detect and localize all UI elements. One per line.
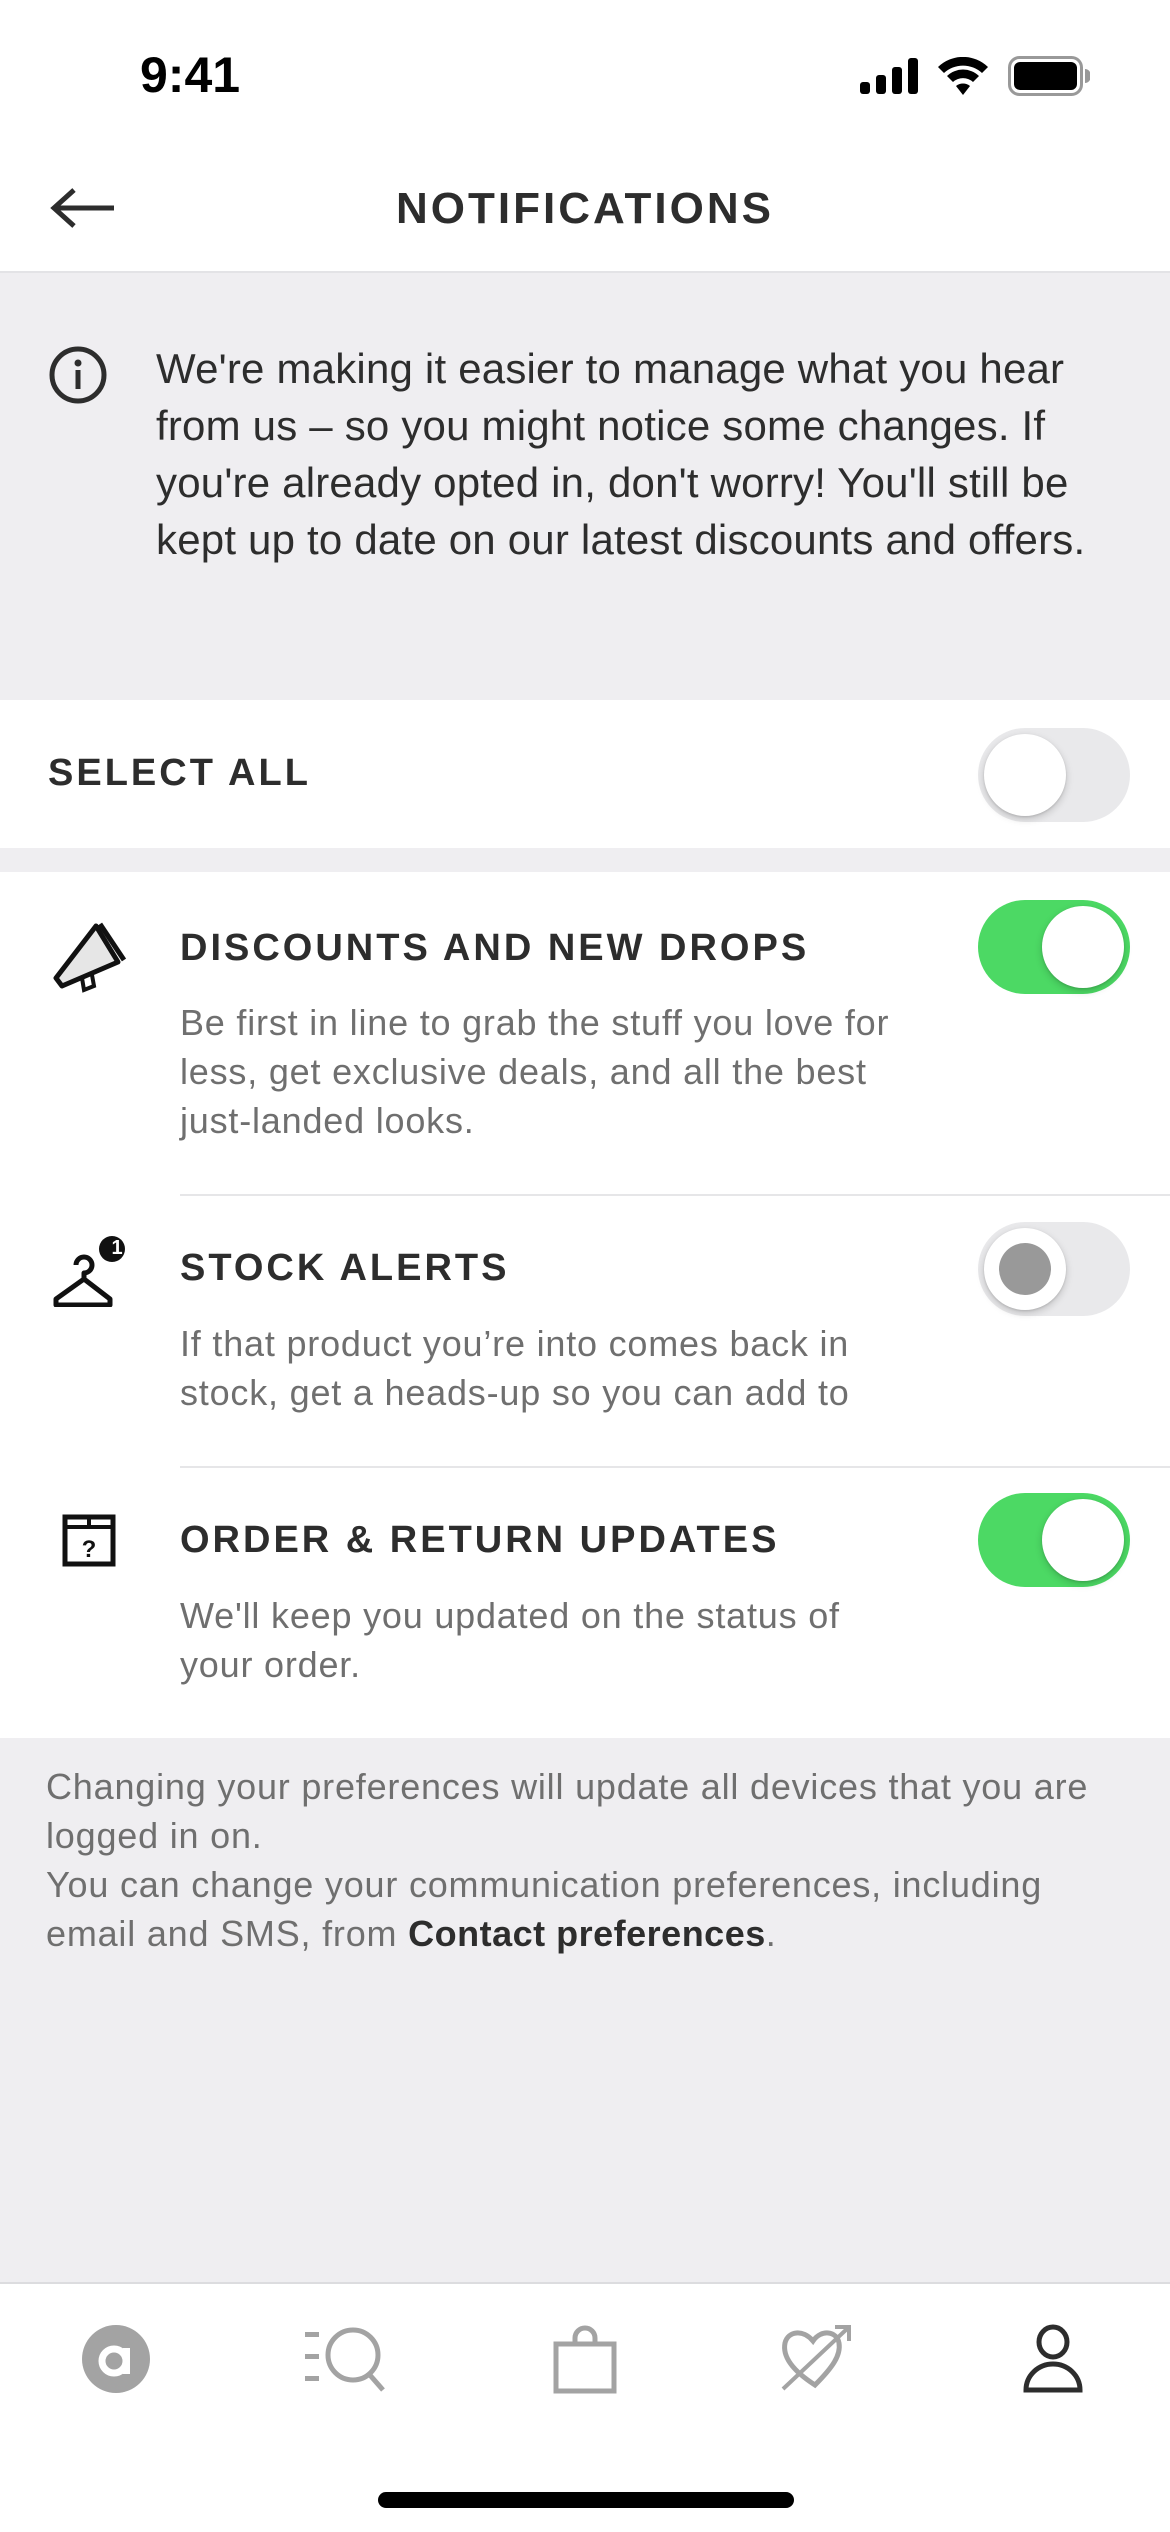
toggle-knob	[1042, 1499, 1124, 1581]
toggle-knob-loading	[984, 1228, 1066, 1310]
preference-description: If that product you’re into comes back i…	[180, 1323, 850, 1413]
footer-contact-note: You can change your communication prefer…	[46, 1860, 1136, 1958]
preference-description: Be first in line to grab the stuff you l…	[180, 1002, 890, 1141]
tab-search[interactable]	[288, 2314, 408, 2404]
preference-title: ORDER & RETURN UPDATES	[180, 1519, 780, 1561]
battery-icon	[1008, 56, 1091, 101]
preference-title: STOCK ALERTS	[180, 1247, 510, 1289]
select-all-label: SELECT ALL	[48, 752, 311, 794]
box-question-icon: ?	[62, 1511, 116, 1572]
user-icon	[1023, 2324, 1083, 2393]
home-indicator	[378, 2492, 794, 2508]
stock-alert-badge: 1	[111, 1237, 123, 1259]
info-banner-text: We're making it easier to manage what yo…	[156, 345, 1086, 563]
preference-title: DISCOUNTS AND NEW DROPS	[180, 927, 810, 969]
shopping-bag-icon	[553, 2325, 617, 2394]
megaphone-icon	[52, 920, 128, 1005]
select-all-toggle[interactable]	[978, 728, 1130, 822]
page-title: NOTIFICATIONS	[396, 184, 774, 233]
footer-contact-suffix: .	[765, 1913, 777, 1954]
nav-header: NOTIFICATIONS	[0, 140, 1170, 273]
search-icon	[305, 2327, 385, 2392]
stock-alerts-toggle[interactable]	[978, 1222, 1130, 1316]
tab-account[interactable]	[993, 2314, 1113, 2404]
toggle-knob	[1042, 906, 1124, 988]
select-all-row: SELECT ALL	[0, 700, 1170, 848]
toggle-knob	[984, 734, 1066, 816]
asos-logo-icon	[82, 2325, 150, 2393]
preference-description: We'll keep you updated on the status of …	[180, 1595, 840, 1685]
preference-row-order-updates: ? ORDER & RETURN UPDATES We'll keep you …	[0, 1467, 1170, 1738]
cellular-signal-icon	[860, 58, 918, 99]
contact-preferences-link[interactable]: Contact preferences	[408, 1913, 766, 1954]
preference-row-stock-alerts: 1 STOCK ALERTS If that product you’re in…	[0, 1195, 1170, 1468]
status-icons	[860, 56, 1091, 101]
discounts-toggle[interactable]	[978, 900, 1130, 994]
tab-bag[interactable]	[525, 2314, 645, 2404]
order-updates-toggle[interactable]	[978, 1493, 1130, 1587]
heart-arrow-icon	[781, 2325, 851, 2391]
notification-preferences-list: DISCOUNTS AND NEW DROPS Be first in line…	[0, 872, 1170, 1738]
tab-home[interactable]	[56, 2314, 176, 2404]
status-time: 9:41	[140, 47, 241, 103]
svg-text:?: ?	[82, 1536, 97, 1563]
info-circle-icon	[48, 345, 108, 410]
wifi-icon	[938, 56, 988, 100]
footer-note: Changing your preferences will update al…	[46, 1762, 1136, 1958]
tab-saved[interactable]	[757, 2314, 877, 2404]
status-bar: 9:41	[0, 0, 1170, 140]
footer-devices-note: Changing your preferences will update al…	[46, 1766, 1089, 1856]
preference-row-discounts: DISCOUNTS AND NEW DROPS Be first in line…	[0, 872, 1170, 1196]
